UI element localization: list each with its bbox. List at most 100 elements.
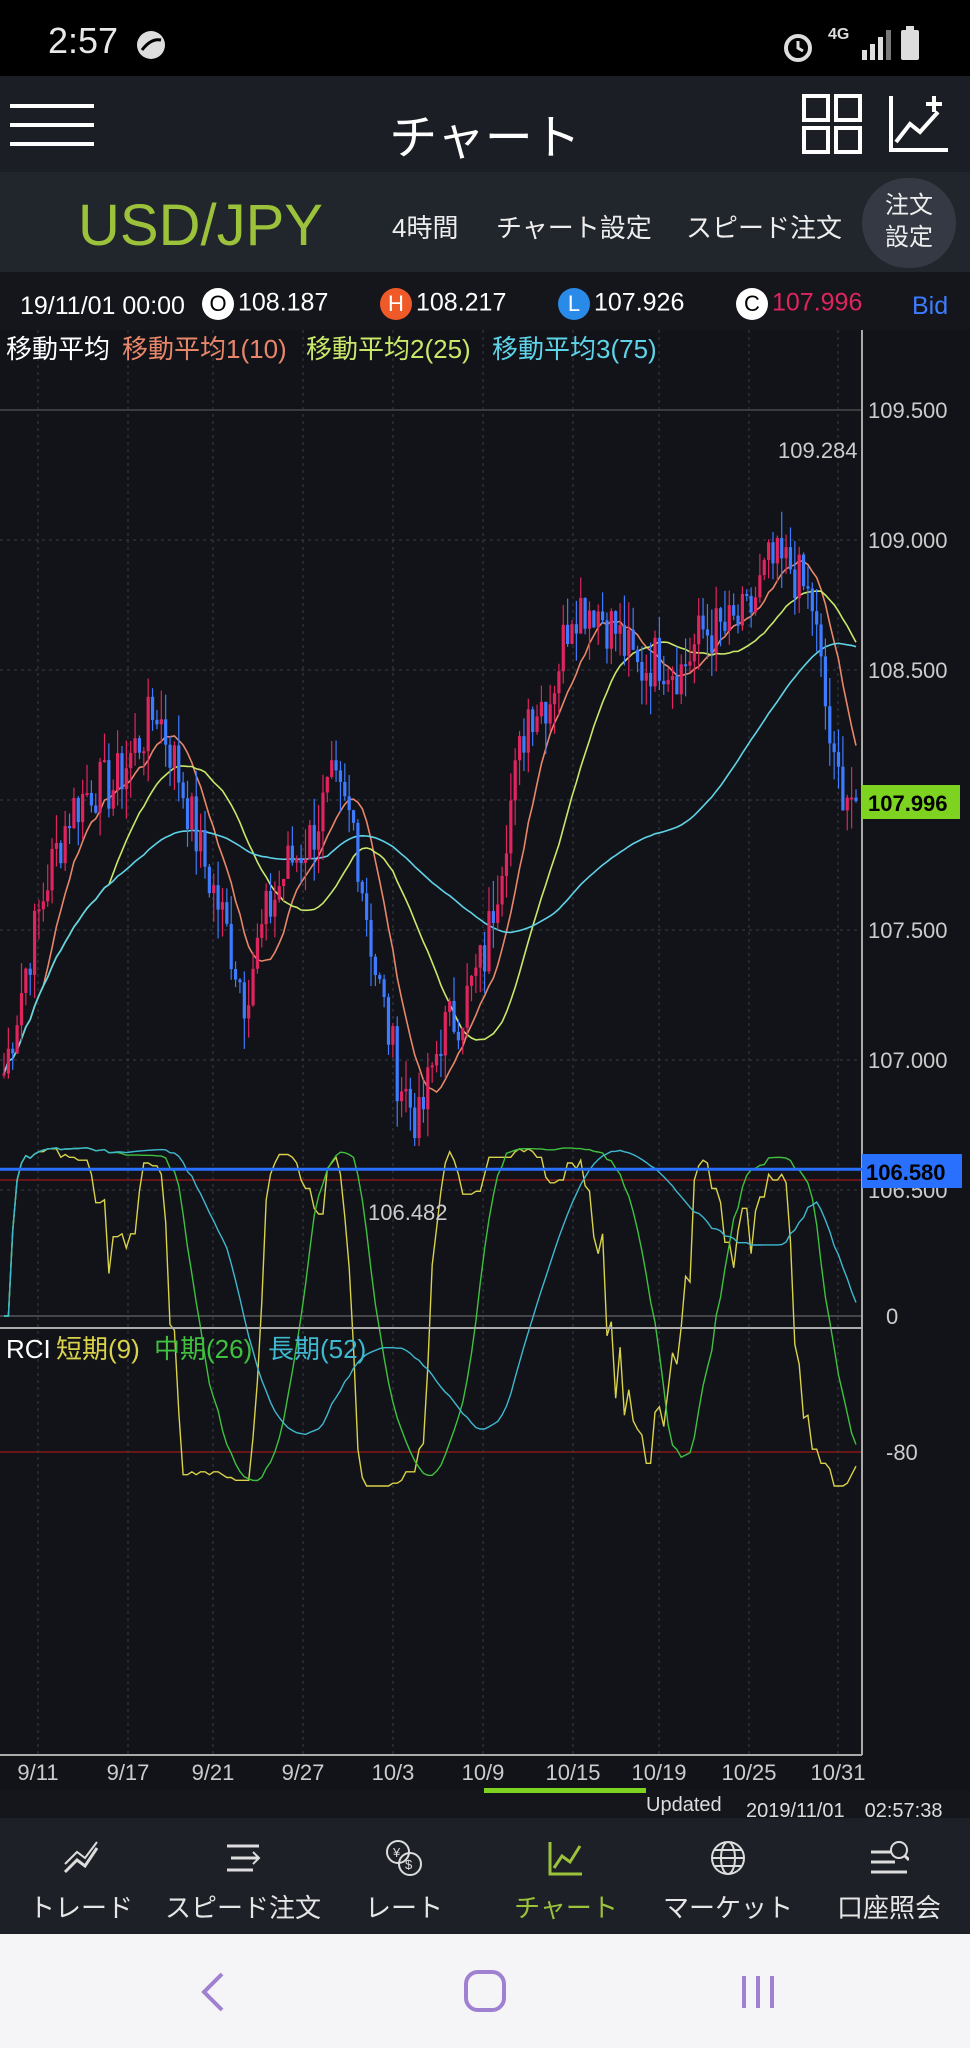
candle-body — [46, 890, 50, 902]
date-tick-label: 10/15 — [545, 1760, 600, 1785]
grid-icon[interactable] — [802, 94, 862, 154]
candle-body — [583, 597, 587, 629]
candle-body — [557, 671, 561, 694]
nav-rate[interactable]: ¥ $ レート — [323, 1818, 485, 1934]
candle-body — [181, 782, 185, 799]
candle-body — [408, 1088, 412, 1108]
candle-body — [456, 1031, 460, 1041]
candle-body — [338, 770, 343, 782]
candle-body — [675, 676, 679, 695]
candle-body — [356, 822, 360, 882]
candle-body — [600, 611, 605, 621]
nav-account[interactable]: 口座照会 — [808, 1818, 970, 1934]
nav-speed-order[interactable]: スピード注文 — [162, 1818, 324, 1934]
candle-body — [762, 559, 766, 576]
rci-mid-legend: 中期(26) — [154, 1334, 252, 1364]
candle-body — [251, 968, 255, 1006]
candle-body — [32, 910, 37, 975]
chart-settings-button[interactable]: チャート設定 — [496, 208, 652, 245]
low-badge: L — [558, 288, 590, 320]
system-navigation-bar — [0, 1934, 970, 2048]
recent-apps-icon[interactable] — [736, 1970, 780, 2014]
candle-body — [841, 766, 845, 811]
high-badge: H — [380, 288, 412, 320]
candle-body — [212, 885, 216, 894]
nav-trade[interactable]: トレード — [0, 1818, 162, 1934]
rci-long-legend: 長期(52) — [268, 1334, 366, 1364]
instrument-bar: USD/JPY 4時間 チャート設定 スピード注文 — [0, 172, 970, 272]
candle-body — [233, 969, 238, 980]
currency-pair[interactable]: USD/JPY — [78, 192, 323, 259]
candle-body — [740, 593, 744, 626]
low-annotation: 106.482 — [368, 1200, 448, 1225]
candle-body — [76, 797, 80, 823]
timeframe-button[interactable]: 4時間 — [392, 208, 458, 245]
candle-body — [579, 597, 583, 634]
candle-body — [194, 796, 198, 852]
rci-short-legend: 短期(9) — [56, 1334, 140, 1364]
candle-body — [124, 768, 128, 790]
candle-body — [596, 611, 600, 628]
date-tick-label: 9/17 — [107, 1760, 150, 1785]
candle-body — [544, 701, 548, 724]
candle-body — [845, 797, 849, 811]
candle-body — [718, 608, 723, 622]
date-tick-label: 9/11 — [17, 1760, 58, 1785]
account-icon — [871, 1841, 909, 1874]
home-icon[interactable] — [462, 1968, 508, 2014]
candle-body — [710, 635, 714, 653]
current-price-label: 107.996 — [868, 791, 948, 816]
candle-body — [688, 661, 692, 666]
candle-body — [753, 597, 758, 613]
speed-order-button[interactable]: スピード注文 — [686, 208, 842, 245]
candle-body — [216, 885, 220, 910]
svg-text:¥: ¥ — [392, 1845, 401, 1860]
network-type: 4G — [828, 26, 850, 43]
candle-body — [797, 554, 801, 599]
nav-chart[interactable]: チャート — [485, 1818, 647, 1934]
candle-body — [522, 736, 526, 753]
candle-body — [684, 664, 688, 667]
app-bar: チャート — [0, 76, 970, 172]
chart-area[interactable]: 109.500 109.000 108.500 107.500 107.000 106.5… — [0, 330, 970, 1790]
rate-icon: ¥$ — [386, 1840, 422, 1876]
candle-body — [767, 542, 771, 560]
chart-add-icon[interactable] — [888, 92, 950, 154]
candle-body — [282, 878, 286, 887]
candle-body — [11, 1048, 15, 1054]
candle-body — [749, 595, 753, 613]
candle-body — [443, 1012, 447, 1056]
candle-body — [37, 909, 41, 912]
candle-body — [635, 649, 640, 663]
order-settings-button[interactable]: 注文 設定 — [862, 178, 956, 268]
order-settings-line2: 設定 — [885, 224, 933, 251]
date-tick-label: 10/19 — [631, 1760, 686, 1785]
ma-legend-title: 移動平均 — [6, 334, 110, 364]
candle-body — [609, 611, 613, 649]
low-value: 107.926 — [594, 288, 685, 317]
candle-body — [321, 792, 325, 832]
candle-body — [164, 719, 168, 745]
candle-body — [316, 831, 321, 850]
back-icon[interactable] — [196, 1970, 230, 2014]
trade-icon — [63, 1841, 99, 1874]
candle-body — [116, 753, 120, 791]
candle-body — [509, 800, 513, 854]
date-tick-label: 9/21 — [192, 1760, 235, 1785]
signal-icon — [862, 30, 891, 60]
date-tick-label: 10/25 — [721, 1760, 776, 1785]
candle-body — [780, 537, 784, 559]
candle-body — [89, 792, 93, 806]
candle-body — [98, 761, 102, 813]
candle-body — [819, 624, 823, 657]
candle-body — [378, 975, 382, 980]
candle-body — [220, 902, 225, 910]
candle-body — [255, 937, 260, 969]
nav-market[interactable]: マーケット — [647, 1818, 809, 1934]
candle-body — [836, 752, 841, 767]
candle-body — [369, 919, 373, 957]
candle-body — [308, 825, 312, 860]
active-tab-indicator — [484, 1788, 646, 1793]
candle-body — [775, 537, 779, 564]
nav-trade-label: トレード — [28, 1893, 133, 1923]
